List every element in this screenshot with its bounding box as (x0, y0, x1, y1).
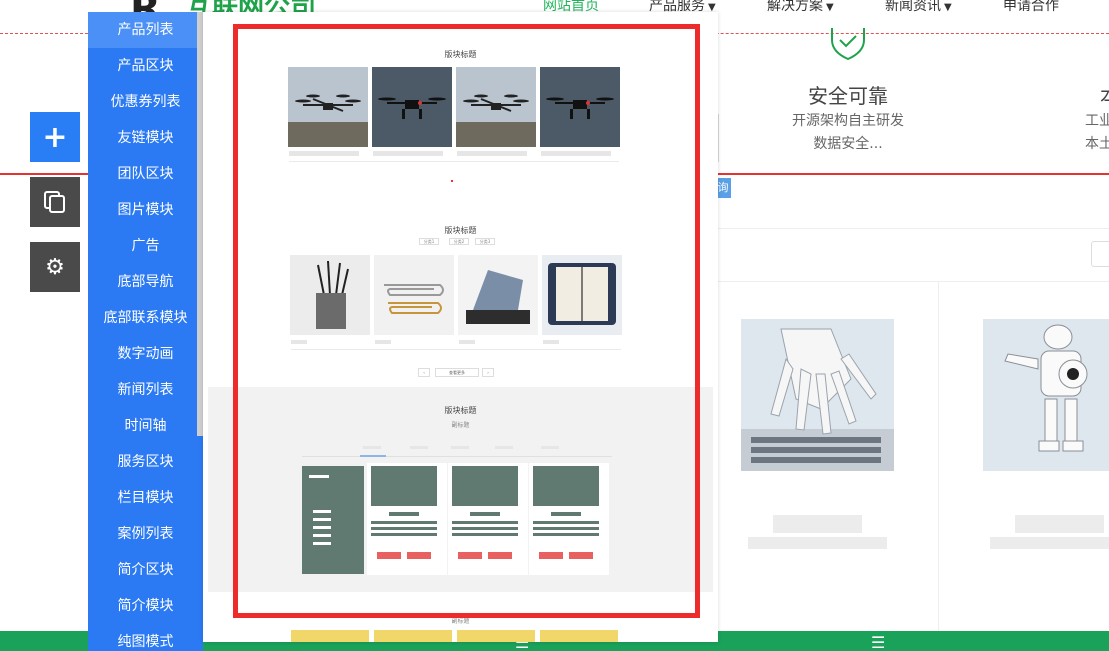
add-module-button[interactable]: + (30, 112, 80, 162)
module-item-product-block[interactable]: 产品区块 (88, 48, 203, 84)
caret-down-icon: ▼ (826, 2, 834, 13)
feature-title-2: 本 (1100, 80, 1109, 109)
module-item-footer-nav[interactable]: 底部导航 (88, 264, 203, 300)
module-list-panel: 产品列表 产品区块 优惠券列表 友链模块 团队区块 图片模块 广告 底部导航 底… (88, 12, 203, 651)
module-item-news-list[interactable]: 新闻列表 (88, 372, 203, 408)
module-item-ad[interactable]: 广告 (88, 228, 203, 264)
module-item-number-animation[interactable]: 数字动画 (88, 336, 203, 372)
nav-cooperate[interactable]: 申请合作 (1003, 0, 1059, 15)
module-item-case-list[interactable]: 案例列表 (88, 516, 203, 552)
nav-news[interactable]: 新闻资讯 ▼ (885, 0, 952, 15)
preview-image-placeholder (540, 630, 618, 642)
preview-highlight-frame (233, 24, 700, 618)
product-image-robot-hand[interactable] (741, 319, 894, 471)
shield-check-icon (831, 28, 865, 60)
preview-image-placeholder (374, 630, 452, 642)
copy-button[interactable] (30, 177, 80, 227)
feature-title: 安全可靠 (808, 84, 888, 108)
feature-desc: 开源架构自主研发 数据安全... (792, 113, 904, 152)
module-item-column-module[interactable]: 栏目模块 (88, 480, 203, 516)
module-item-timeline[interactable]: 时间轴 (88, 408, 203, 444)
preview-image-placeholder (457, 630, 535, 642)
divider (700, 228, 1109, 229)
divider (938, 281, 939, 631)
plus-icon: + (42, 119, 68, 155)
module-item-image-module[interactable]: 图片模块 (88, 192, 203, 228)
settings-button[interactable]: ⚙ (30, 242, 80, 292)
divider (700, 281, 1109, 282)
module-item-friend-links[interactable]: 友链模块 (88, 120, 203, 156)
product-title-placeholder (773, 515, 862, 533)
module-item-intro-block[interactable]: 简介区块 (88, 552, 203, 588)
module-item-service-block[interactable]: 服务区块 (88, 444, 203, 480)
gear-icon: ⚙ (45, 254, 65, 280)
product-title-placeholder (1015, 515, 1104, 533)
module-item-intro-module[interactable]: 简介模块 (88, 588, 203, 624)
feature-desc-2: 工业 本土 (1085, 113, 1109, 152)
copy-icon (44, 191, 65, 213)
module-item-team-block[interactable]: 团队区块 (88, 156, 203, 192)
module-item-coupon-list[interactable]: 优惠券列表 (88, 84, 203, 120)
nav-solutions[interactable]: 解决方案 ▼ (767, 0, 834, 15)
caret-down-icon: ▼ (944, 2, 952, 13)
module-item-footer-contact[interactable]: 底部联系模块 (88, 300, 203, 336)
preview-image-placeholder (291, 630, 369, 642)
module-item-pure-image[interactable]: 纯图模式 (88, 624, 203, 651)
menu-icon[interactable]: ☰ (871, 633, 885, 651)
product-desc-placeholder (990, 537, 1109, 549)
product-desc-placeholder (748, 537, 887, 549)
sort-button[interactable] (1091, 241, 1109, 267)
module-item-product-list[interactable]: 产品列表 (88, 12, 203, 48)
product-image-robot[interactable] (983, 319, 1109, 471)
